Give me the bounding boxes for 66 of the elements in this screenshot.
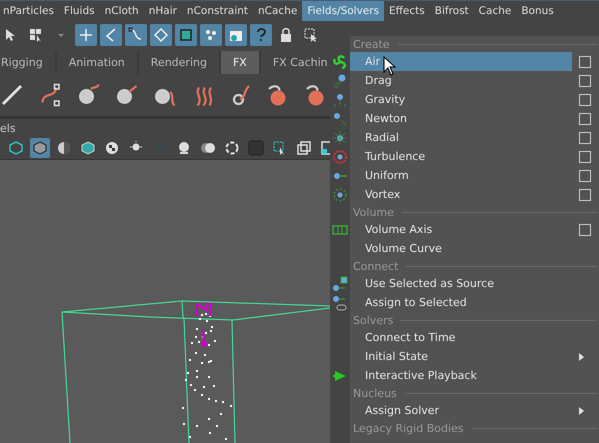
cross-icon[interactable] [75, 24, 97, 46]
section-header: Solvers [352, 314, 394, 326]
menu-entry[interactable]: Assign to Selected [350, 293, 572, 312]
menu-entry[interactable]: Air [350, 52, 572, 71]
sphere-ring-icon [332, 148, 348, 164]
sphere-link-icon [332, 294, 348, 310]
option-box[interactable] [579, 150, 591, 162]
menu-entry[interactable]: Drag [350, 71, 572, 90]
menu-item[interactable]: nCloth [100, 1, 144, 21]
sphere-trail-icon [332, 110, 348, 126]
option-box[interactable] [579, 74, 591, 86]
menu-item[interactable]: Fields/Solvers [302, 1, 384, 21]
curve-icon[interactable] [125, 24, 147, 46]
menu-entry[interactable]: Interactive Playback [350, 366, 572, 385]
menu-entry[interactable]: Volume Curve [350, 239, 572, 258]
menu-item[interactable]: nConstraint [182, 1, 254, 21]
menu-entry[interactable]: Uniform [350, 166, 572, 185]
option-box[interactable] [579, 94, 591, 106]
menu-entry[interactable]: Volume Axis [350, 220, 572, 239]
menu-item[interactable]: Bifrost [430, 1, 474, 21]
menu-item[interactable]: Effects [384, 1, 430, 21]
shelf-tab[interactable]: Rigging [0, 51, 55, 74]
menu-item[interactable]: Bonus [516, 1, 559, 21]
menu-entry[interactable]: Connect to Time [350, 328, 572, 347]
shaded-cube-icon[interactable] [30, 138, 50, 158]
pen-stroke-icon[interactable] [0, 83, 24, 107]
question-icon[interactable] [250, 24, 272, 46]
shelf-tab[interactable]: Rendering [138, 51, 219, 74]
section-header: Nucleus [352, 386, 397, 400]
shelf-tab[interactable]: Animation [56, 51, 137, 74]
menu-entry[interactable]: Use Selected as Source [350, 274, 572, 293]
section-header: Connect [352, 260, 398, 272]
shelf-tab[interactable]: FX [220, 51, 259, 74]
panel-label: els [0, 122, 16, 134]
frame-icon[interactable] [175, 24, 197, 46]
section-header: Legacy Rigid Bodies [352, 422, 464, 434]
menu-entry[interactable]: Vortex [350, 185, 572, 204]
sphere-square-icon [332, 276, 348, 292]
sphere-circle-icon [332, 186, 348, 202]
menu-item[interactable]: Cache [474, 1, 516, 21]
section-header: Create [352, 38, 390, 50]
shelf-tab[interactable]: FX Cachin [260, 51, 330, 74]
sphere-burst-icon [332, 130, 348, 146]
menu-entry[interactable]: Newton [350, 109, 572, 128]
option-box[interactable] [579, 132, 591, 144]
option-box[interactable] [579, 224, 591, 236]
menu-entry[interactable]: Turbulence [350, 147, 572, 166]
section-header: Volume [352, 206, 394, 218]
sphere-cone-icon [332, 72, 348, 88]
sphere-dots-icon [332, 92, 348, 108]
emitter-icon [196, 303, 211, 347]
option-box[interactable] [579, 170, 591, 182]
mouse-pointer-icon [383, 56, 397, 76]
menu-item[interactable]: nHair [144, 1, 182, 21]
menu-entry[interactable]: Initial State [350, 347, 572, 366]
swirl-icon [332, 54, 348, 70]
menu-entry[interactable]: Radial [350, 128, 572, 147]
menu-item[interactable]: Fluids [58, 1, 100, 21]
menu-entry[interactable]: Assign Solver [350, 401, 572, 420]
dots-icon[interactable] [200, 24, 222, 46]
menu-item[interactable]: nCache [253, 1, 302, 21]
menu-entry[interactable]: Gravity [350, 90, 572, 109]
option-box[interactable] [579, 188, 591, 200]
option-box[interactable] [579, 56, 591, 68]
menu-item[interactable]: nParticles [0, 1, 59, 21]
option-box[interactable] [579, 112, 591, 124]
